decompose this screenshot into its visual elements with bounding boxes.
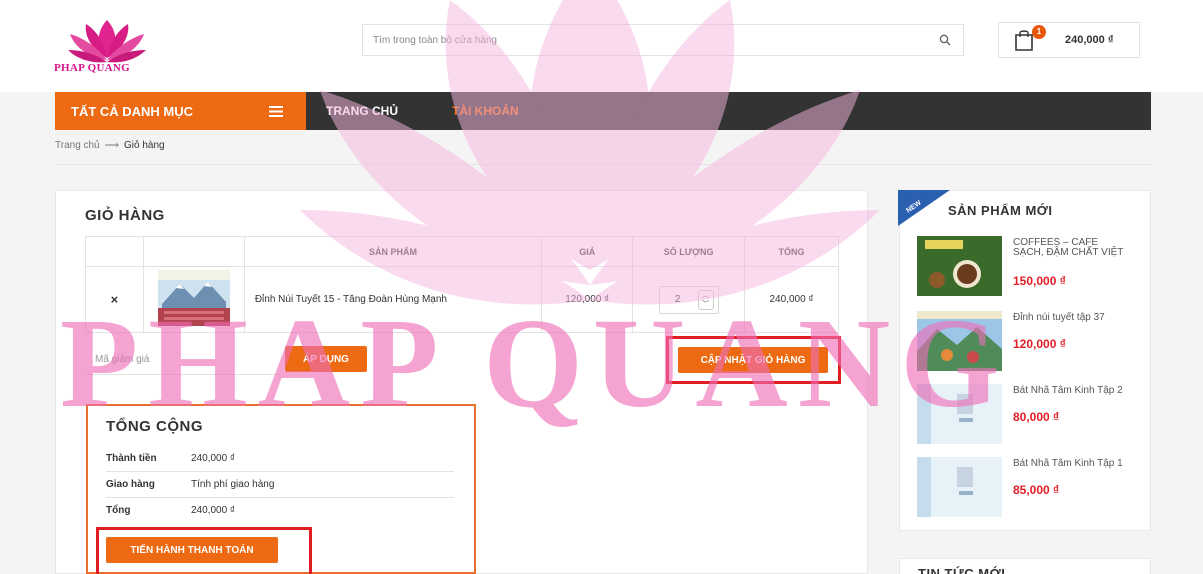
order-total-value: 240,000 ₫	[191, 505, 236, 516]
cart-table: SẢN PHẨM GIÁ SỐ LƯỢNG TỔNG × Đỉnh Núi Tu…	[85, 236, 839, 333]
column-header-price: GIÁ	[541, 236, 634, 267]
mini-cart[interactable]: 1 240,000 ₫	[998, 22, 1140, 58]
hamburger-icon[interactable]	[269, 106, 283, 117]
cart-table-header: SẢN PHẨM GIÁ SỐ LƯỢNG TỔNG	[85, 236, 839, 267]
product-thumbnail[interactable]	[917, 384, 1002, 444]
nav-link-account[interactable]: TÀI KHOẢN	[452, 104, 519, 118]
site-header: PHAP QUANG 1 240,000 ₫	[0, 0, 1203, 92]
product-thumbnail[interactable]	[917, 236, 1002, 296]
apply-coupon-button[interactable]: ÁP DỤNG	[285, 346, 367, 372]
chevron-down-icon[interactable]: ﹀	[702, 301, 709, 308]
all-categories-menu[interactable]: TẤT CẢ DANH MỤC	[55, 92, 306, 130]
nav-link-home[interactable]: TRANG CHỦ	[326, 104, 398, 118]
side-product-title-link[interactable]: Bát Nhã Tâm Kinh Tập 2	[1013, 386, 1129, 396]
column-header-product: SẢN PHẨM	[243, 236, 543, 267]
remove-item-button[interactable]: ×	[85, 266, 144, 333]
side-product-price: 120,000 ₫	[1013, 337, 1066, 351]
news-title: TIN TỨC MỚI	[918, 566, 1006, 574]
product-thumbnail[interactable]	[917, 311, 1002, 371]
line-total: 240,000 ₫	[744, 266, 839, 333]
coupon-code-input[interactable]	[85, 345, 280, 375]
search-box[interactable]	[362, 24, 964, 56]
search-input[interactable]	[363, 25, 923, 55]
totals-title: TỔNG CỘNG	[106, 418, 203, 435]
product-thumbnail[interactable]	[157, 270, 230, 326]
product-thumbnail[interactable]	[917, 457, 1002, 517]
breadcrumb: Trang chủ ⟶ Giỏ hàng	[55, 140, 165, 151]
side-product-price: 150,000 ₫	[1013, 274, 1066, 288]
column-header-quantity: SỐ LƯỢNG	[632, 236, 746, 267]
side-product-title-link[interactable]: COFFEES – CAFE SẠCH, ĐẬM CHẤT VIỆT	[1013, 238, 1129, 258]
logo-text: PHAP QUANG	[54, 62, 131, 74]
nav-links-bar: TRANG CHỦ TÀI KHOẢN	[306, 92, 1151, 130]
table-row: × Đỉnh Núi Tuyết 15 - Tăng Đoàn Hùng Mạn…	[85, 266, 839, 333]
main-navbar: TẤT CẢ DANH MỤC TRANG CHỦ TÀI KHOẢN	[0, 92, 1203, 130]
all-categories-label[interactable]: TẤT CẢ DANH MỤC	[71, 104, 193, 119]
column-header-total: TỔNG	[744, 236, 839, 267]
quantity-spinner[interactable]: ︿ ﹀	[697, 289, 714, 310]
side-product-title-link[interactable]: Đỉnh núi tuyết tập 37	[1013, 313, 1129, 323]
subtotal-value: 240,000 ₫	[191, 453, 236, 464]
search-icon[interactable]	[939, 34, 951, 46]
product-name-link[interactable]: Đỉnh Núi Tuyết 15 - Tăng Đoàn Hùng Mạnh	[243, 266, 543, 333]
new-products-title: SẢN PHẨM MỚI	[948, 203, 1053, 218]
product-thumbnail-cell	[142, 266, 245, 333]
cart-title: GIỎ HÀNG	[85, 207, 165, 224]
quantity-cell: ︿ ﹀	[632, 266, 746, 333]
quantity-stepper[interactable]: ︿ ﹀	[658, 285, 719, 314]
highlight-frame-checkout	[96, 527, 312, 574]
cart-count-badge: 1	[1032, 25, 1046, 39]
side-product-price: 80,000 ₫	[1013, 410, 1060, 424]
side-product-price: 85,000 ₫	[1013, 483, 1060, 497]
breadcrumb-separator: ⟶	[104, 140, 119, 151]
breadcrumb-current: Giỏ hàng	[124, 140, 165, 151]
divider	[106, 497, 454, 498]
column-header-thumbnail	[142, 236, 245, 267]
column-header-remove	[85, 236, 144, 267]
order-total-label: Tổng	[106, 505, 131, 516]
breadcrumb-home[interactable]: Trang chủ	[55, 140, 100, 151]
shipping-label: Giao hàng	[106, 479, 155, 490]
quantity-input[interactable]	[663, 290, 692, 309]
cart-total: 240,000 ₫	[1065, 34, 1114, 46]
product-price: 120,000 ₫	[541, 266, 634, 333]
divider	[55, 164, 1151, 165]
new-ribbon-icon: NEW	[898, 190, 950, 226]
subtotal-label: Thành tiền	[106, 453, 157, 464]
chevron-up-icon[interactable]: ︿	[702, 292, 709, 299]
shipping-calculator-link[interactable]: Tính phí giao hàng	[191, 479, 274, 490]
side-product-title-link[interactable]: Bát Nhã Tâm Kinh Tập 1	[1013, 459, 1129, 469]
divider	[106, 471, 454, 472]
highlight-frame-update	[666, 336, 841, 384]
